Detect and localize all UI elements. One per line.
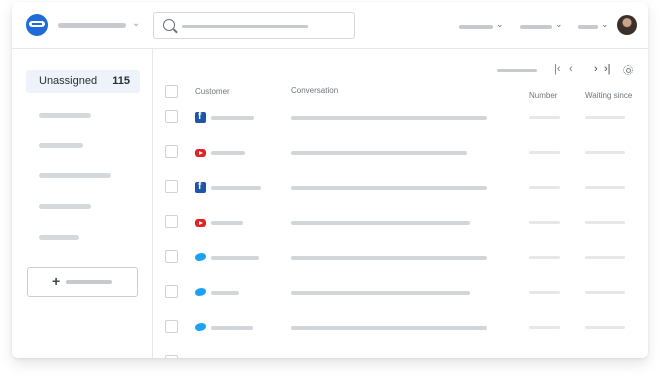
- table-row[interactable]: [153, 280, 648, 315]
- avatar[interactable]: [617, 15, 637, 35]
- search-placeholder: [182, 25, 308, 28]
- row-checkbox[interactable]: [165, 215, 178, 228]
- table-row[interactable]: [153, 350, 648, 358]
- column-header-waiting[interactable]: Waiting since: [585, 91, 632, 100]
- column-header-customer[interactable]: Customer: [195, 87, 230, 96]
- twitter-icon: [195, 322, 206, 333]
- select-all-checkbox[interactable]: [165, 85, 178, 98]
- chevron-down-icon: ⌄: [555, 19, 563, 29]
- youtube-icon: [195, 219, 206, 227]
- column-header-number[interactable]: Number: [529, 91, 557, 100]
- sidebar-item[interactable]: [39, 113, 91, 118]
- top-bar: ⌄ ⌄ ⌄ ⌄: [12, 2, 648, 49]
- sidebar-item-count: 115: [112, 75, 130, 87]
- row-checkbox[interactable]: [165, 320, 178, 333]
- sidebar-item[interactable]: [39, 235, 79, 240]
- next-page-icon[interactable]: ›: [594, 63, 598, 75]
- row-checkbox[interactable]: [165, 110, 178, 123]
- plus-icon: +: [52, 273, 61, 289]
- table-row[interactable]: [153, 175, 648, 210]
- sidebar: Unassigned 115 +: [12, 49, 153, 358]
- chevron-down-icon[interactable]: ⌄: [132, 18, 140, 29]
- chevron-down-icon: ⌄: [601, 19, 609, 29]
- facebook-icon: [195, 181, 206, 193]
- facebook-icon: [195, 111, 206, 123]
- nav-dropdown-1[interactable]: ⌄: [459, 19, 505, 32]
- nav-dropdown-2[interactable]: ⌄: [520, 19, 564, 32]
- sidebar-item-unassigned[interactable]: Unassigned 115: [26, 70, 140, 93]
- row-checkbox[interactable]: [165, 285, 178, 298]
- search-input[interactable]: [153, 12, 355, 39]
- last-page-icon[interactable]: ›|: [604, 63, 611, 75]
- twitter-icon: [195, 357, 206, 358]
- first-page-icon[interactable]: |‹: [554, 63, 561, 75]
- search-icon: [163, 19, 175, 31]
- youtube-icon: [195, 149, 206, 157]
- sidebar-item[interactable]: [39, 173, 111, 178]
- prev-page-icon[interactable]: ‹: [569, 63, 573, 75]
- sidebar-item-label: Unassigned: [39, 75, 98, 87]
- twitter-icon: [195, 287, 206, 298]
- table-row[interactable]: [153, 105, 648, 140]
- pager-range: [497, 69, 537, 72]
- column-header-conversation[interactable]: Conversation: [291, 86, 338, 95]
- conversation-list: |‹ ‹ › ›| Customer Conversation Number W…: [153, 49, 648, 358]
- new-view-label: [66, 280, 112, 284]
- row-checkbox[interactable]: [165, 355, 178, 358]
- row-checkbox[interactable]: [165, 180, 178, 193]
- row-checkbox[interactable]: [165, 145, 178, 158]
- nav-dropdown-3[interactable]: ⌄: [578, 19, 610, 32]
- chevron-down-icon: ⌄: [496, 19, 504, 29]
- sidebar-item[interactable]: [39, 143, 83, 148]
- table-row[interactable]: [153, 210, 648, 245]
- gear-icon[interactable]: [623, 65, 633, 75]
- workspace-name[interactable]: [58, 23, 126, 28]
- logo-icon[interactable]: [26, 14, 48, 36]
- app-window: ⌄ ⌄ ⌄ ⌄ Unassigned 115 + |‹ ‹ › ›| Custo…: [12, 2, 648, 358]
- new-view-button[interactable]: +: [27, 267, 138, 297]
- row-checkbox[interactable]: [165, 250, 178, 263]
- twitter-icon: [195, 252, 206, 263]
- sidebar-item[interactable]: [39, 204, 91, 209]
- table-row[interactable]: [153, 140, 648, 175]
- table-row[interactable]: [153, 315, 648, 350]
- table-row[interactable]: [153, 245, 648, 280]
